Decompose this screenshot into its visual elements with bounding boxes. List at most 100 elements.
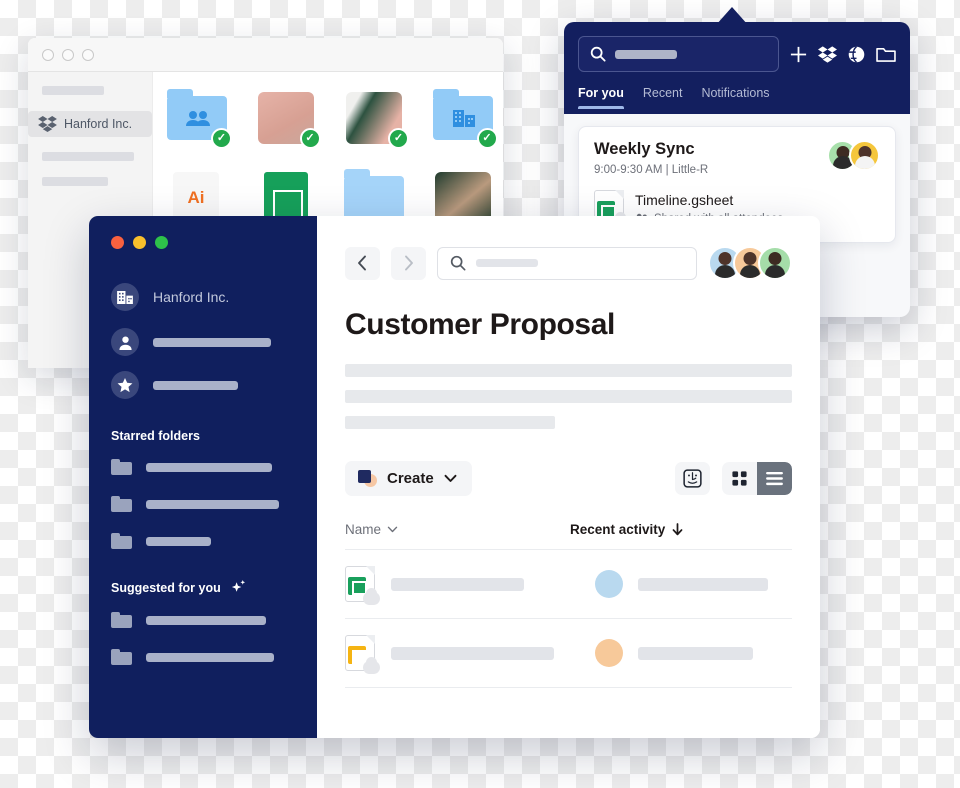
sidebar-starred-folder[interactable] bbox=[111, 533, 295, 549]
page-title: Customer Proposal bbox=[345, 308, 615, 341]
avatar bbox=[758, 246, 792, 280]
popover-searchbar bbox=[578, 36, 896, 72]
folder-icon bbox=[111, 496, 132, 512]
sync-check-badge: ✓ bbox=[388, 128, 409, 149]
grid-view-icon bbox=[732, 471, 747, 486]
sparkle-icon bbox=[231, 579, 245, 592]
row-name-placeholder bbox=[391, 646, 554, 660]
person-icon bbox=[111, 328, 139, 356]
grid-item-shared-folder[interactable]: ✓ bbox=[167, 88, 232, 149]
table-column-headers: Name Recent activity bbox=[345, 522, 792, 550]
dropbox-logo-icon bbox=[38, 116, 57, 132]
view-controls bbox=[675, 462, 792, 495]
close-button[interactable] bbox=[42, 48, 54, 61]
sidebar-starred-folder[interactable] bbox=[111, 496, 295, 512]
minimize-button[interactable] bbox=[62, 48, 74, 61]
sidebar-suggested-folder[interactable] bbox=[111, 649, 295, 665]
tab-notifications[interactable]: Notifications bbox=[701, 86, 769, 109]
tab-recent[interactable]: Recent bbox=[643, 86, 683, 109]
column-header-recent-activity[interactable]: Recent activity bbox=[570, 522, 683, 537]
sidebar-item-organization[interactable]: Hanford Inc. bbox=[28, 111, 152, 137]
suggested-header: Suggested for you bbox=[111, 579, 295, 596]
suggested-label: Suggested for you bbox=[111, 580, 221, 595]
grid-view-button[interactable] bbox=[722, 462, 757, 495]
table-row[interactable] bbox=[345, 550, 792, 619]
create-label: Create bbox=[387, 470, 434, 487]
list-view-button[interactable] bbox=[757, 462, 792, 495]
avatar bbox=[595, 570, 623, 598]
building-icon bbox=[452, 110, 475, 128]
search-placeholder bbox=[476, 259, 538, 267]
meeting-title: Weekly Sync bbox=[594, 140, 695, 158]
sidebar-placeholder bbox=[42, 177, 108, 186]
grid-item-photo[interactable]: ✓ bbox=[256, 88, 321, 149]
folder-icon bbox=[111, 649, 132, 665]
building-icon bbox=[111, 283, 139, 311]
tab-for-you[interactable]: For you bbox=[578, 86, 624, 109]
row-activity-placeholder bbox=[638, 646, 753, 660]
minimize-button[interactable] bbox=[133, 236, 146, 249]
meeting-file-name: Timeline.gsheet bbox=[635, 191, 734, 208]
content-toolbar: Create bbox=[345, 461, 792, 496]
star-icon bbox=[111, 371, 139, 399]
organization-name: Hanford Inc. bbox=[153, 289, 230, 305]
grid-item-photo[interactable]: ✓ bbox=[344, 88, 409, 149]
row-activity-placeholder bbox=[638, 577, 768, 591]
row-activity-cell bbox=[595, 570, 768, 598]
dropbox-logo-icon[interactable] bbox=[818, 45, 837, 63]
maximize-button[interactable] bbox=[155, 236, 168, 249]
spreadsheet-file-icon bbox=[345, 566, 380, 605]
main-sidebar: Hanford Inc. Starred folders Suggested f… bbox=[89, 216, 317, 738]
search-input[interactable] bbox=[578, 36, 779, 72]
table-row[interactable] bbox=[345, 619, 792, 688]
sidebar-item-label bbox=[153, 380, 238, 390]
search-icon bbox=[450, 255, 466, 271]
sidebar-suggested-folder[interactable] bbox=[111, 612, 295, 628]
sidebar-item-organization[interactable]: Hanford Inc. bbox=[111, 283, 295, 311]
finder-button[interactable] bbox=[675, 462, 710, 495]
meeting-info: Weekly Sync 9:00-9:30 AM | Little-R bbox=[594, 140, 708, 176]
folder-label bbox=[146, 652, 274, 662]
presentation-file-icon bbox=[345, 635, 380, 674]
sync-check-badge: ✓ bbox=[476, 128, 498, 149]
chevron-down-icon bbox=[444, 474, 457, 482]
column-header-name[interactable]: Name bbox=[345, 522, 398, 537]
starred-folders-header: Starred folders bbox=[111, 429, 295, 443]
arrow-down-icon bbox=[672, 523, 683, 536]
popover-header: For you Recent Notifications bbox=[564, 22, 910, 114]
column-activity-label: Recent activity bbox=[570, 522, 666, 537]
popover-caret bbox=[716, 7, 748, 25]
grid-item-team-folder[interactable]: ✓ bbox=[432, 88, 498, 149]
view-mode-group bbox=[722, 462, 792, 495]
close-button[interactable] bbox=[111, 236, 124, 249]
finder-icon bbox=[683, 469, 702, 488]
cloud-sync-icon bbox=[363, 657, 380, 674]
row-name-cell bbox=[345, 635, 595, 674]
back-button[interactable] bbox=[345, 246, 380, 280]
sync-check-badge: ✓ bbox=[299, 128, 321, 149]
starred-folders-label: Starred folders bbox=[111, 429, 200, 443]
row-name-placeholder bbox=[391, 577, 524, 591]
sidebar-starred-folder[interactable] bbox=[111, 459, 295, 475]
maximize-button[interactable] bbox=[82, 48, 94, 61]
row-name-cell bbox=[345, 566, 595, 605]
folder-label bbox=[146, 536, 211, 546]
window-traffic-lights bbox=[111, 236, 295, 249]
collaborator-avatars[interactable] bbox=[708, 246, 792, 280]
list-view-icon bbox=[766, 471, 783, 486]
create-button[interactable]: Create bbox=[345, 461, 472, 496]
main-window: Hanford Inc. Starred folders Suggested f… bbox=[89, 216, 820, 738]
globe-icon[interactable] bbox=[847, 45, 866, 64]
search-input[interactable] bbox=[437, 246, 697, 280]
cloud-sync-icon bbox=[363, 588, 380, 605]
meeting-attendee-avatars[interactable] bbox=[827, 140, 880, 171]
folder-icon bbox=[111, 459, 132, 475]
sidebar-placeholder bbox=[42, 86, 104, 95]
folder-icon[interactable] bbox=[876, 46, 896, 63]
column-name-label: Name bbox=[345, 522, 382, 537]
sidebar-item-personal[interactable] bbox=[111, 328, 295, 356]
sidebar-item-starred[interactable] bbox=[111, 371, 295, 399]
forward-button[interactable] bbox=[391, 246, 426, 280]
people-icon bbox=[186, 111, 210, 127]
add-icon[interactable] bbox=[789, 45, 808, 64]
